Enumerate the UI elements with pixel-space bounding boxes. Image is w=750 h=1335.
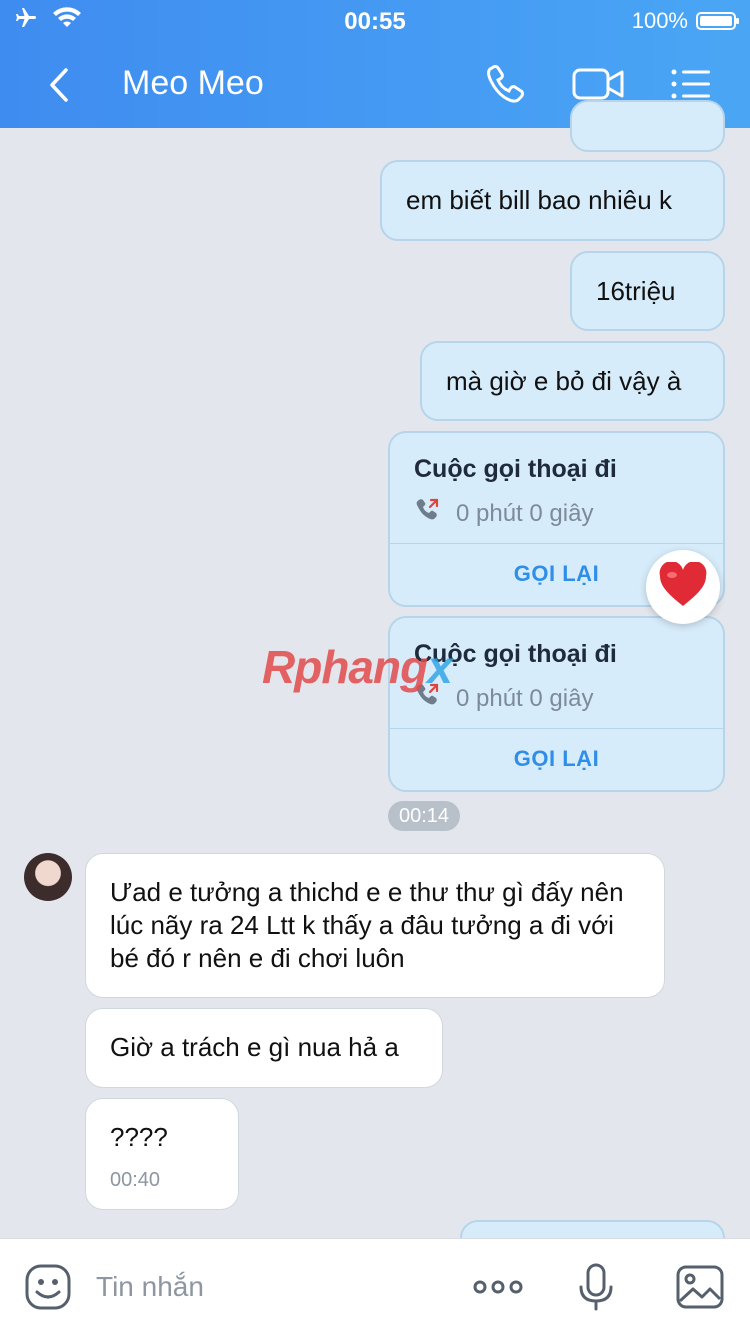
- message-time: 00:40: [110, 1169, 161, 1191]
- image-button[interactable]: [674, 1261, 726, 1313]
- call-duration: 0 phút 0 giây: [456, 499, 594, 527]
- message-bubble-incoming[interactable]: Ưad e tưởng a thichd e e thư thư gì đấy …: [85, 853, 665, 998]
- message-text: Giờ a trách e gì nua hả a: [110, 1032, 399, 1062]
- call-back-button[interactable]: GỌI LẠI: [390, 746, 723, 772]
- message-composer: Tin nhắn: [0, 1238, 750, 1335]
- sticker-icon: [22, 1264, 74, 1317]
- message-text: Ưad e tưởng a thichd e e thư thư gì đấy …: [110, 877, 624, 973]
- phone-call-button[interactable]: [478, 60, 534, 108]
- chat-title[interactable]: Meo Meo: [122, 64, 264, 103]
- call-duration: 0 phút 0 giây: [456, 684, 594, 712]
- sticker-button[interactable]: [22, 1261, 74, 1313]
- message-text: mà giờ e bỏ đi vậy à: [446, 366, 682, 396]
- message-bubble-outgoing[interactable]: em biết bill bao nhiêu k: [380, 160, 725, 241]
- call-outgoing-icon: [414, 497, 440, 530]
- message-bubble-partial: [570, 100, 725, 152]
- reaction-button[interactable]: [646, 550, 720, 624]
- message-text: ????: [110, 1122, 168, 1152]
- message-bubble-incoming[interactable]: Giờ a trách e gì nua hả a: [85, 1008, 443, 1088]
- more-button[interactable]: [470, 1261, 526, 1313]
- battery-icon: [696, 12, 739, 30]
- heart-icon: [658, 560, 708, 613]
- time-badge: 00:14: [388, 801, 460, 831]
- message-bubble-outgoing[interactable]: 16triệu: [570, 251, 725, 331]
- message-bubble-incoming[interactable]: ???? 00:40: [85, 1098, 239, 1210]
- more-icon: [470, 1280, 526, 1317]
- call-title: Cuộc gọi thoại đi: [414, 455, 617, 483]
- divider: [390, 543, 723, 544]
- voice-button[interactable]: [570, 1261, 622, 1313]
- message-input[interactable]: Tin nhắn: [96, 1271, 204, 1303]
- message-text: 16triệu: [596, 276, 676, 306]
- watermark-logo: Rphangx: [262, 641, 453, 693]
- image-icon: [674, 1265, 726, 1317]
- message-bubble-outgoing[interactable]: mà giờ e bỏ đi vậy à: [420, 341, 725, 421]
- mic-icon: [570, 1263, 622, 1317]
- back-button[interactable]: [40, 62, 80, 108]
- status-bar: 00:55 100%: [0, 0, 750, 40]
- contact-avatar[interactable]: [24, 853, 72, 901]
- divider: [390, 728, 723, 729]
- message-text: em biết bill bao nhiêu k: [406, 185, 672, 215]
- battery-percent: 100%: [631, 8, 688, 33]
- phone-icon: [478, 65, 534, 112]
